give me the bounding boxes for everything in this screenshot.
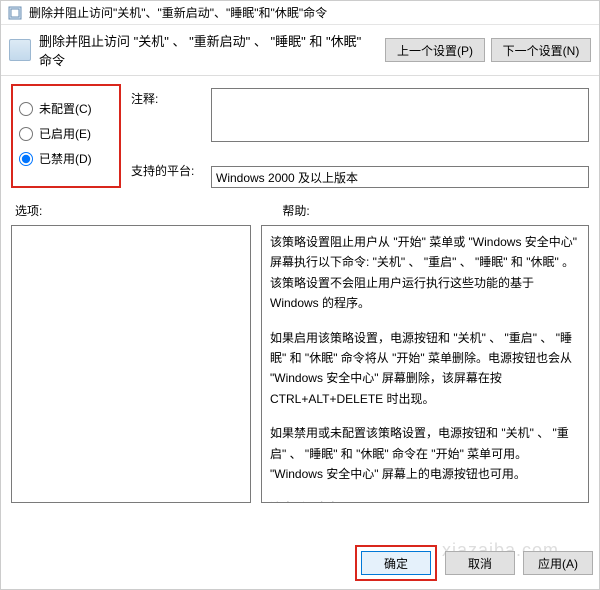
apply-button[interactable]: 应用(A) xyxy=(523,551,593,575)
header-title: 删除并阻止访问 "关机" 、 "重新启动" 、 "睡眠" 和 "休眠" 命令 xyxy=(39,31,377,69)
options-pane[interactable] xyxy=(11,225,251,503)
radio-enabled-input[interactable] xyxy=(19,127,33,141)
radio-enabled-label: 已启用(E) xyxy=(39,125,91,142)
radio-disabled[interactable]: 已禁用(D) xyxy=(19,150,113,167)
dialog-window: 删除并阻止访问"关机"、"重新启动"、"睡眠"和"休眠"命令 删除并阻止访问 "… xyxy=(0,0,600,590)
ok-highlight: 确定 xyxy=(355,545,437,581)
help-paragraph: 该策略设置阻止用户从 "开始" 菜单或 "Windows 安全中心" 屏幕执行以… xyxy=(270,232,580,314)
field-inputs: Windows 2000 及以上版本 xyxy=(211,84,589,188)
footer: 确定 取消 应用(A) xyxy=(355,545,593,581)
radio-not-configured-input[interactable] xyxy=(19,102,33,116)
cancel-button[interactable]: 取消 xyxy=(445,551,515,575)
options-label: 选项: xyxy=(15,202,42,219)
platform-field: Windows 2000 及以上版本 xyxy=(211,166,589,188)
prev-setting-button[interactable]: 上一个设置(P) xyxy=(385,38,485,62)
header-bar: 删除并阻止访问 "关机" 、 "重新启动" 、 "睡眠" 和 "休眠" 命令 上… xyxy=(1,25,599,76)
help-paragraph: 如果禁用或未配置该策略设置，电源按钮和 "关机" 、 "重启" 、 "睡眠" 和… xyxy=(270,423,580,484)
config-area: 未配置(C) 已启用(E) 已禁用(D) 注释: 支持的平台: Windows … xyxy=(1,76,599,196)
ok-button[interactable]: 确定 xyxy=(361,551,431,575)
help-pane[interactable]: 该策略设置阻止用户从 "开始" 菜单或 "Windows 安全中心" 屏幕执行以… xyxy=(261,225,589,503)
next-setting-button[interactable]: 下一个设置(N) xyxy=(491,38,591,62)
radio-disabled-label: 已禁用(D) xyxy=(39,150,92,167)
platform-value: Windows 2000 及以上版本 xyxy=(216,169,358,186)
comment-field[interactable] xyxy=(211,88,589,142)
comment-label: 注释: xyxy=(131,90,201,110)
help-paragraph: 注意: 经过验证与 Microsoft Windows Vista、Window… xyxy=(270,498,580,503)
app-icon xyxy=(7,5,23,21)
field-labels: 注释: 支持的平台: xyxy=(131,84,201,188)
radio-not-configured-label: 未配置(C) xyxy=(39,100,92,117)
radio-enabled[interactable]: 已启用(E) xyxy=(19,125,113,142)
help-paragraph: 如果启用该策略设置，电源按钮和 "关机" 、 "重启" 、 "睡眠" 和 "休眠… xyxy=(270,328,580,410)
radio-disabled-input[interactable] xyxy=(19,152,33,166)
window-title: 删除并阻止访问"关机"、"重新启动"、"睡眠"和"休眠"命令 xyxy=(29,4,327,21)
help-label: 帮助: xyxy=(282,202,309,219)
policy-icon xyxy=(9,39,31,61)
panes: 该策略设置阻止用户从 "开始" 菜单或 "Windows 安全中心" 屏幕执行以… xyxy=(1,225,599,503)
platform-label: 支持的平台: xyxy=(131,162,201,182)
title-bar: 删除并阻止访问"关机"、"重新启动"、"睡眠"和"休眠"命令 xyxy=(1,1,599,25)
radio-not-configured[interactable]: 未配置(C) xyxy=(19,100,113,117)
section-labels: 选项: 帮助: xyxy=(1,196,599,225)
radio-group: 未配置(C) 已启用(E) 已禁用(D) xyxy=(11,84,121,188)
